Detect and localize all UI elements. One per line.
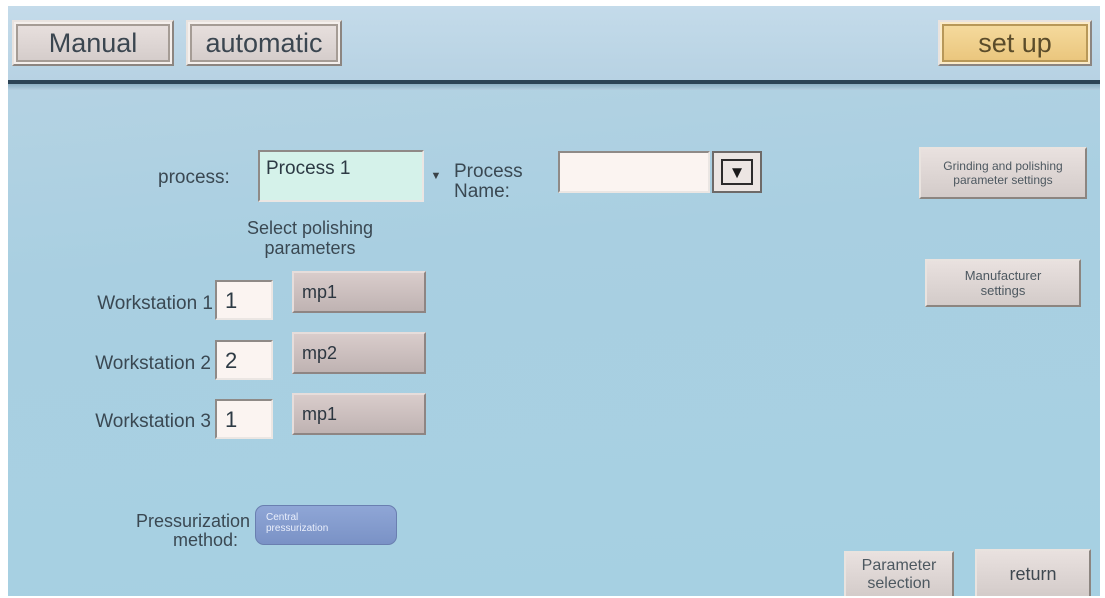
return-button[interactable]: return [975,549,1091,596]
workstation-1-number: 1 [225,288,238,313]
manufacturer-settings-line2: settings [980,283,1026,298]
workstation-2-param-button[interactable]: mp2 [292,332,426,374]
process-value: Process 1 [266,158,351,179]
workstation-3-param: mp1 [302,404,338,424]
workstation-2-number: 2 [225,348,238,373]
manual-mode-label: Manual [48,27,138,58]
pressurization-label-line2: method: [172,530,238,550]
polishing-heading-line1: Select polishing [246,218,374,238]
process-name-label: Process Name: [454,162,523,202]
workstation-3-param-button[interactable]: mp1 [292,393,426,435]
process-name-label-line1: Process [454,161,523,182]
workstation-2-number-field[interactable]: 2 [215,340,273,380]
polishing-heading-line2: parameters [264,238,356,258]
setup-label: set up [978,27,1052,58]
process-name-dropdown-button[interactable]: ▼ [712,151,762,193]
workstation-1-number-field[interactable]: 1 [215,280,273,320]
process-select[interactable]: Process 1 [258,150,424,202]
setup-button[interactable]: set up [938,20,1092,66]
manual-mode-button[interactable]: Manual [12,20,174,66]
pressurization-button-line1: Central [266,512,299,523]
pressurization-button-line2: pressurization [266,523,329,534]
workstation-3-label: Workstation 3 [95,411,211,432]
central-pressurization-button[interactable]: Central pressurization [255,505,397,545]
workstation-2-label: Workstation 2 [95,353,211,374]
process-label: process: [158,167,230,188]
return-label: return [1009,563,1057,584]
parameter-selection-line2: selection [867,575,931,592]
workstation-3-number-field[interactable]: 1 [215,399,273,439]
manufacturer-settings-button[interactable]: Manufacturer settings [925,259,1081,307]
workstation-3-number: 1 [225,407,238,432]
process-name-field[interactable] [558,151,710,193]
process-name-label-line2: Name: [454,181,510,202]
automatic-mode-label: automatic [205,27,323,58]
workstation-1-param: mp1 [302,282,338,302]
triangle-down-icon: ▼ [721,159,753,185]
grinding-polishing-settings-button[interactable]: Grinding and polishing parameter setting… [919,147,1087,199]
hmi-screen: Manual automatic set up process: Process… [8,6,1100,596]
pressurization-label-line1: Pressurization [135,511,250,531]
grinding-settings-line2: parameter settings [953,173,1053,187]
workstation-1-label: Workstation 1 [97,293,213,314]
grinding-settings-line1: Grinding and polishing [943,159,1063,173]
header-divider-shadow [8,84,1100,90]
pressurization-label: Pressurization method: [106,512,250,550]
parameter-selection-line1: Parameter [861,557,937,574]
workstation-1-param-button[interactable]: mp1 [292,271,426,313]
caret-down-icon[interactable]: ▼ [426,150,446,202]
workstation-2-param: mp2 [302,343,338,363]
polishing-heading: Select polishing parameters [215,218,405,258]
parameter-selection-button[interactable]: Parameter selection [844,551,954,596]
automatic-mode-button[interactable]: automatic [186,20,342,66]
manufacturer-settings-line1: Manufacturer [964,268,1042,283]
